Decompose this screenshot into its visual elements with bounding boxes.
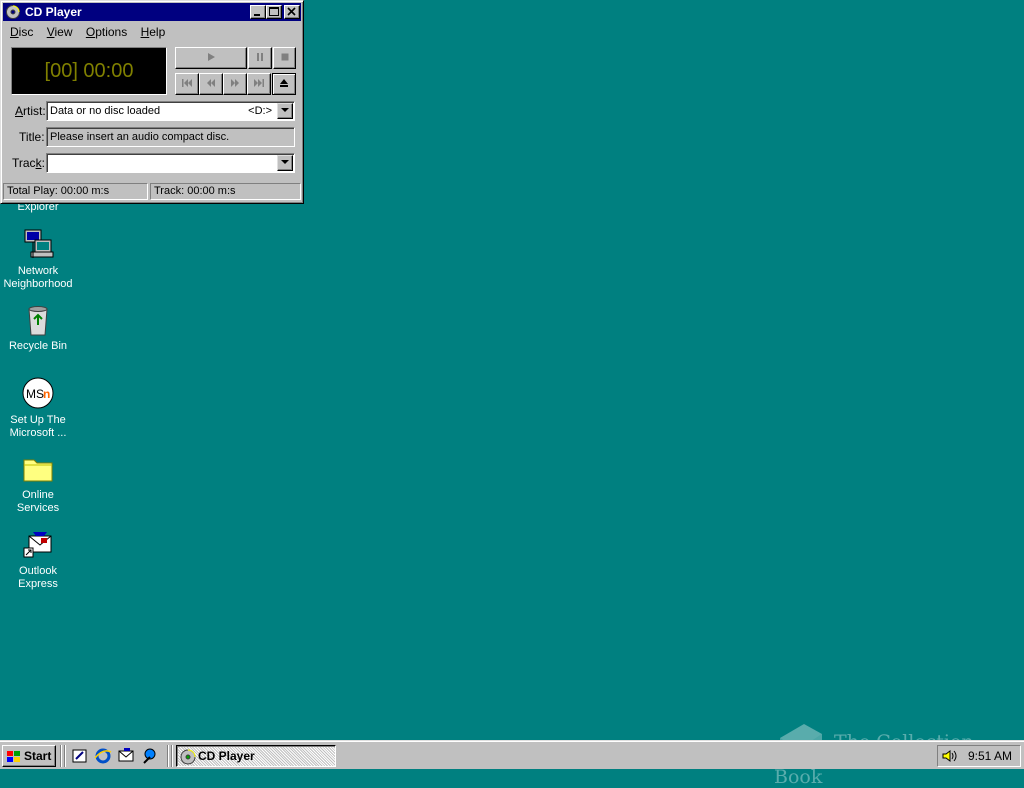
- system-tray: 9:51 AM: [937, 745, 1021, 767]
- svg-text:n: n: [43, 387, 50, 401]
- drive-label: <D:>: [248, 105, 272, 117]
- recycle-bin-icon: [21, 303, 55, 337]
- desktop-icon-label: Outlook Express: [18, 565, 58, 590]
- title-field[interactable]: Please insert an audio compact disc.: [46, 127, 295, 147]
- show-desktop-icon[interactable]: [71, 747, 89, 765]
- taskbar-button-cd-player[interactable]: CD Player: [176, 745, 336, 767]
- chevron-down-icon: [281, 108, 289, 112]
- desktop-icon-label: Set Up The Microsoft ...: [9, 414, 67, 439]
- channels-icon[interactable]: [140, 747, 158, 765]
- outlook-express-icon[interactable]: [117, 747, 135, 765]
- maximize-button[interactable]: [266, 5, 282, 19]
- track-dropdown[interactable]: [46, 153, 295, 173]
- desktop-icon-label: Online Services: [16, 489, 60, 514]
- close-button[interactable]: [284, 5, 300, 19]
- internet-explorer-icon[interactable]: [94, 747, 112, 765]
- minimize-button[interactable]: [250, 5, 266, 19]
- play-icon: [208, 53, 215, 62]
- track-label: Track:: [12, 156, 45, 170]
- taskbar-divider: [171, 745, 173, 767]
- status-bar: Total Play: 00:00 m:s Track: 00:00 m:s: [3, 183, 301, 201]
- status-track: Track: 00:00 m:s: [150, 183, 301, 200]
- windows-logo-icon: [7, 750, 20, 762]
- window-title: CD Player: [25, 5, 82, 19]
- status-total-play: Total Play: 00:00 m:s: [3, 183, 148, 200]
- taskbar-button-label: CD Player: [198, 749, 255, 763]
- artist-label: Artist:: [15, 104, 46, 118]
- desktop-icon-network-neighborhood[interactable]: Network Neighborhood: [0, 228, 76, 291]
- next-track-icon: [254, 79, 264, 88]
- taskbar: Start CD Player 9:51 AM: [0, 740, 1024, 769]
- stop-icon: [281, 53, 288, 61]
- menu-options[interactable]: Options: [81, 23, 132, 39]
- track-dropdown-button[interactable]: [277, 155, 293, 171]
- start-button[interactable]: Start: [2, 745, 56, 767]
- stop-button[interactable]: [273, 47, 296, 69]
- artist-dropdown[interactable]: Data or no disc loaded <D:>: [46, 101, 295, 121]
- eject-icon: [280, 79, 288, 88]
- taskbar-divider: [167, 745, 169, 767]
- desktop-icon-msn-setup[interactable]: MS n Set Up The Microsoft ...: [0, 377, 76, 440]
- time-display: [00] 00:00: [11, 47, 167, 95]
- taskbar-divider: [60, 745, 62, 767]
- pause-button[interactable]: [248, 47, 272, 69]
- play-button[interactable]: [175, 47, 247, 69]
- cd-player-window[interactable]: CD Player Disc View Options Help [00] 00…: [0, 0, 304, 204]
- close-icon: [287, 7, 296, 16]
- desktop-icon-online-services[interactable]: Online Services: [0, 452, 76, 515]
- folder-icon: [21, 452, 55, 486]
- chevron-down-icon: [281, 160, 289, 164]
- clock[interactable]: 9:51 AM: [968, 746, 1012, 766]
- eject-button[interactable]: [272, 73, 296, 95]
- rewind-icon: [207, 79, 215, 88]
- minimize-icon: [254, 14, 260, 16]
- maximize-icon: [269, 7, 279, 16]
- previous-track-button[interactable]: [175, 73, 199, 95]
- outlook-express-icon: [21, 528, 55, 562]
- title-label: Title:: [19, 130, 45, 144]
- previous-track-icon: [182, 79, 192, 88]
- msn-icon: MS n: [21, 377, 55, 411]
- pause-icon: [257, 53, 263, 62]
- title-bar[interactable]: CD Player: [3, 3, 301, 21]
- skip-backward-button[interactable]: [199, 73, 223, 95]
- taskbar-divider: [64, 745, 66, 767]
- next-track-button[interactable]: [247, 73, 271, 95]
- desktop-icon-label: Recycle Bin: [8, 340, 68, 352]
- svg-text:MS: MS: [26, 387, 44, 401]
- volume-icon[interactable]: [942, 749, 958, 769]
- start-label: Start: [24, 749, 52, 763]
- desktop-icon-outlook-express[interactable]: Outlook Express: [0, 528, 76, 591]
- menu-view[interactable]: View: [42, 23, 78, 39]
- skip-forward-button[interactable]: [223, 73, 247, 95]
- cd-player-icon: [180, 749, 196, 765]
- cd-player-icon: [6, 5, 20, 19]
- menu-disc[interactable]: Disc: [5, 23, 38, 39]
- artist-value: Data or no disc loaded: [50, 105, 161, 117]
- artist-dropdown-button[interactable]: [277, 103, 293, 119]
- menu-help[interactable]: Help: [136, 23, 171, 39]
- network-neighborhood-icon: [21, 228, 55, 262]
- menu-bar: Disc View Options Help: [5, 23, 170, 41]
- desktop-icon-recycle-bin[interactable]: Recycle Bin: [0, 303, 76, 353]
- fast-forward-icon: [231, 79, 239, 88]
- desktop-icon-label: Network Neighborhood: [3, 265, 73, 290]
